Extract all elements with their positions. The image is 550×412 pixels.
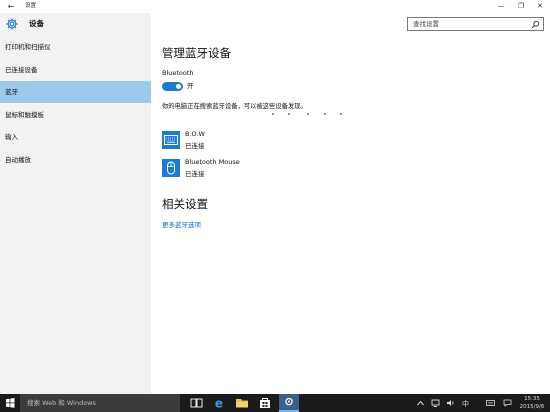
sidebar-item-connected-devices[interactable]: 已连接设备 xyxy=(0,59,151,81)
keyboard-icon xyxy=(162,131,180,149)
search-placeholder: 查找设置 xyxy=(413,20,439,28)
clock-date: 2015/9/6 xyxy=(519,404,545,410)
taskbar: 搜索 Web 和 Windows e 中 15:35 2015/9/6 xyxy=(0,394,550,412)
volume-icon[interactable] xyxy=(446,399,455,407)
keyboard-tray-icon[interactable] xyxy=(486,399,495,407)
close-icon[interactable]: ✕ xyxy=(530,0,550,13)
sidebar-item-typing[interactable]: 输入 xyxy=(0,126,151,148)
windows-start-icon[interactable] xyxy=(0,394,20,412)
gear-icon xyxy=(6,18,18,30)
bluetooth-toggle[interactable] xyxy=(162,82,183,91)
minimize-icon[interactable]: — xyxy=(491,0,511,13)
sidebar-item-autoplay[interactable]: 自动播放 xyxy=(0,149,151,171)
mouse-icon xyxy=(162,159,180,177)
related-settings-title: 相关设置 xyxy=(162,197,208,211)
title-bar: ← 设置 — ❐ ✕ xyxy=(0,0,550,13)
progress-dot xyxy=(340,113,342,115)
taskbar-search-input[interactable]: 搜索 Web 和 Windows xyxy=(20,394,180,412)
window-title: 设置 xyxy=(25,3,37,9)
progress-dot xyxy=(324,113,326,115)
maximize-icon[interactable]: ❐ xyxy=(511,0,531,13)
sidebar-item-bluetooth[interactable]: 蓝牙 xyxy=(0,81,151,103)
device-status: 已连接 xyxy=(185,142,205,150)
svg-text:e: e xyxy=(215,397,223,411)
svg-text:中: 中 xyxy=(462,399,469,407)
settings-icon[interactable] xyxy=(279,394,299,412)
notification-icon[interactable] xyxy=(503,399,512,407)
device-item-keyboard[interactable]: B.O.W 已连接 xyxy=(162,129,342,151)
chevron-up-icon[interactable] xyxy=(416,399,425,407)
device-name: B.O.W xyxy=(185,130,205,138)
back-arrow-icon[interactable]: ← xyxy=(5,0,17,13)
device-name: Bluetooth Mouse xyxy=(185,158,240,166)
more-bluetooth-options-link[interactable]: 更多蓝牙选项 xyxy=(162,219,201,229)
device-status: 已连接 xyxy=(185,170,205,178)
toggle-state-label: 开 xyxy=(187,82,194,90)
taskbar-search-text: 搜索 Web 和 Windows xyxy=(27,399,96,407)
store-icon[interactable] xyxy=(255,394,275,412)
network-icon[interactable] xyxy=(431,399,440,407)
sidebar-header: 设备 xyxy=(0,13,151,35)
sidebar: 设备 打印机和扫描仪 已连接设备 蓝牙 鼠标和触摸板 输入 自动播放 xyxy=(0,13,151,394)
search-input[interactable]: 查找设置 xyxy=(407,17,544,31)
scan-status-text: 你的电脑正在搜索蓝牙设备，可以被这些设备发现。 xyxy=(162,103,307,110)
taskbar-clock[interactable]: 15:35 2015/9/6 xyxy=(516,395,548,411)
toggle-knob xyxy=(176,84,181,89)
clock-time: 15:35 xyxy=(524,396,540,402)
progress-dot xyxy=(272,113,274,115)
device-item-mouse[interactable]: Bluetooth Mouse 已连接 xyxy=(162,157,342,179)
progress-dots xyxy=(272,113,342,117)
sidebar-header-label: 设备 xyxy=(29,19,44,28)
main-content: 查找设置 管理蓝牙设备 Bluetooth 开 你的电脑正在搜索蓝牙设备，可以被… xyxy=(151,13,550,394)
bluetooth-label: Bluetooth xyxy=(162,69,194,77)
search-icon[interactable] xyxy=(531,20,540,29)
progress-dot xyxy=(288,113,290,115)
file-explorer-icon[interactable] xyxy=(232,394,252,412)
sidebar-item-printers[interactable]: 打印机和扫描仪 xyxy=(0,36,151,58)
page-title: 管理蓝牙设备 xyxy=(162,46,231,60)
progress-dot xyxy=(307,113,309,115)
task-view-icon[interactable] xyxy=(186,394,206,412)
sidebar-item-mouse-touchpad[interactable]: 鼠标和触摸板 xyxy=(0,104,151,126)
ime-icon[interactable]: 中 xyxy=(461,399,470,407)
edge-icon[interactable]: e xyxy=(209,394,229,412)
